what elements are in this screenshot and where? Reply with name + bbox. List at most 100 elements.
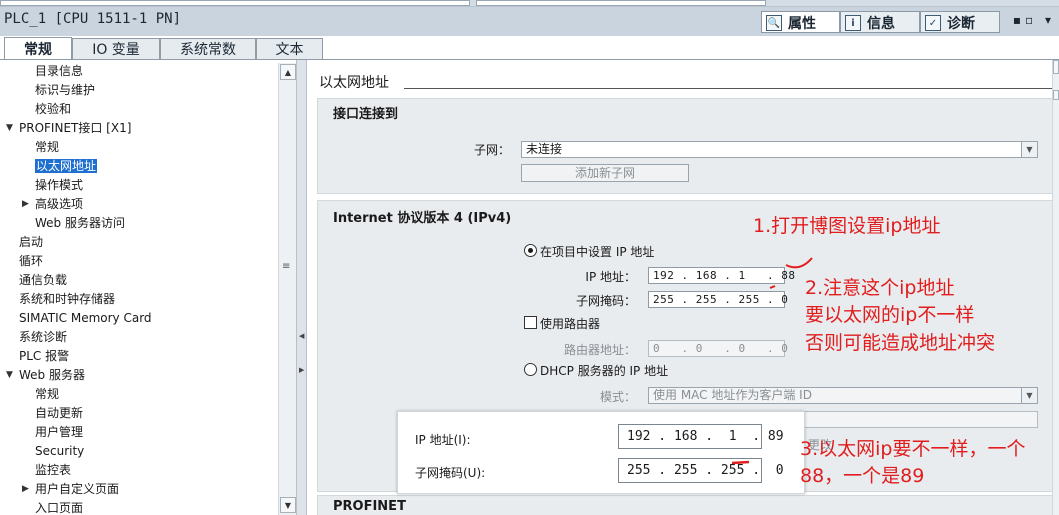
scroll-grip-icon[interactable]: ≡ <box>282 261 290 272</box>
overlay-mask-label: 子网掩码(U): <box>415 466 486 480</box>
subnet-mask-field[interactable]: 255 . 255 . 255 . 0 <box>648 291 788 308</box>
tab-info[interactable]: i 信息 <box>840 11 920 33</box>
mode-dropdown[interactable]: 使用 MAC 地址作为客户端 ID ▼ <box>648 387 1038 404</box>
editor-tabs: 常规 IO 变量 系统常数 文本 <box>0 36 1059 60</box>
nav-item-label: 目录信息 <box>35 64 84 78</box>
nav-item-label: PLC 报警 <box>19 349 70 363</box>
overlay-ip-label: IP 地址(I): <box>415 433 471 447</box>
scroll-down-icon[interactable]: ▼ <box>280 497 296 513</box>
subnet-label: 子网： <box>473 143 510 157</box>
nav-item-label: 通信负载 <box>19 273 68 287</box>
nav-item[interactable]: 监控表 <box>35 461 71 479</box>
nav-item[interactable]: 启动 <box>19 233 43 251</box>
ipv4-panel-title: Internet 协议版本 4 (IPv4) <box>333 211 512 226</box>
profinet-panel: PROFINET <box>317 495 1052 515</box>
chevron-down-icon[interactable]: ▼ <box>1021 388 1037 403</box>
tab-system-constants[interactable]: 系统常数 <box>160 38 256 59</box>
expand-right-icon[interactable]: ▶ <box>299 366 304 374</box>
tab-diagnostics[interactable]: ✓ 诊断 <box>920 11 1000 33</box>
annotation-step3-line1: 3.以太网ip要不一样，一个 <box>800 438 1026 460</box>
nav-item-label: 以太网地址 <box>35 159 98 173</box>
diagnostics-icon: ✓ <box>925 15 941 31</box>
nav-item-label: PROFINET接口 [X1] <box>19 121 132 135</box>
top-strip-segment <box>476 0 766 6</box>
expanded-arrow-icon[interactable]: ▼ <box>6 119 13 137</box>
nav-item-label: 启动 <box>19 235 44 249</box>
nav-item-label: 系统诊断 <box>19 330 68 344</box>
scroll-up-icon[interactable]: ▲ <box>280 64 296 80</box>
overlay-mask-field[interactable]: 255 . 255 . 255 . 0 <box>618 458 784 483</box>
nav-item[interactable]: 循环 <box>19 252 43 270</box>
content-scrollbar[interactable] <box>1052 60 1059 515</box>
expanded-arrow-icon[interactable]: ▼ <box>6 366 13 384</box>
nav-item[interactable]: 系统诊断 <box>19 328 67 346</box>
nav-item-label: Security <box>35 444 85 458</box>
nav-scrollbar[interactable]: ▲ ≡ ▼ <box>278 63 296 515</box>
collapse-left-icon[interactable]: ◀ <box>299 332 304 340</box>
overlay-ip-field[interactable]: 192 . 168 . 1 . 89 <box>618 424 784 449</box>
nav-item-label: 标识与维护 <box>35 83 96 97</box>
nav-item[interactable]: ▶ 用户自定义页面 <box>22 480 120 498</box>
subnet-dropdown[interactable]: 未连接 ▼ <box>521 141 1038 158</box>
annotation-step2-line2: 要以太网的ip不一样 <box>805 304 975 326</box>
window-controls[interactable]: ▪▫ ▾ <box>1013 13 1055 27</box>
nav-item-label: Web 服务器 <box>19 368 85 382</box>
subnet-value: 未连接 <box>526 142 563 156</box>
scroll-up-icon[interactable] <box>1053 60 1059 74</box>
tab-texts[interactable]: 文本 <box>256 38 323 59</box>
ip-address-field[interactable]: 192 . 168 . 1 . 88 <box>648 267 795 284</box>
nav-item-label: 自动更新 <box>35 406 84 420</box>
use-router-checkbox[interactable] <box>524 316 537 329</box>
top-strip-segment <box>0 0 470 6</box>
nav-item[interactable]: 入口页面 <box>35 499 83 515</box>
nav-item[interactable]: 用户管理 <box>35 423 83 441</box>
annotation-step2-line3: 否则可能造成地址冲突 <box>805 332 996 354</box>
nav-item-label: 用户自定义页面 <box>35 482 120 496</box>
nav-item-label: 循环 <box>19 254 44 268</box>
nav-item-label: 入口页面 <box>35 501 84 515</box>
nav-item[interactable]: 校验和 <box>35 100 71 118</box>
nav-item[interactable]: ▶ 高级选项 <box>22 195 83 213</box>
nav-item-label: 系统和时钟存储器 <box>19 292 116 306</box>
interface-panel: 接口连接到 子网： 未连接 ▼ 添加新子网 <box>317 98 1052 194</box>
nav-item[interactable]: 常规 <box>35 385 59 403</box>
collapsed-arrow-icon[interactable]: ▶ <box>22 195 29 213</box>
scroll-thumb[interactable] <box>1053 90 1059 100</box>
nav-item[interactable]: Web 服务器访问 <box>35 214 125 232</box>
nav-item[interactable]: SIMATIC Memory Card <box>19 309 152 327</box>
nav-item[interactable]: 标识与维护 <box>35 81 95 99</box>
tab-properties[interactable]: 🔍 属性 <box>761 11 840 33</box>
collapsed-arrow-icon[interactable]: ▶ <box>22 480 29 498</box>
nav-item-label: 校验和 <box>35 102 72 116</box>
dhcp-radio[interactable] <box>524 363 537 376</box>
nav-item[interactable]: PLC 报警 <box>19 347 69 365</box>
nav-item[interactable]: Security <box>35 442 84 460</box>
tab-io-tags[interactable]: IO 变量 <box>72 38 160 59</box>
title-bar: PLC_1 [CPU 1511-1 PN] 🔍 属性 i 信息 ✓ 诊断 ▪▫ … <box>0 0 1059 36</box>
ip-address-label: IP 地址： <box>585 270 636 284</box>
chevron-down-icon[interactable]: ▼ <box>1021 142 1037 157</box>
nav-item[interactable]: 常规 <box>35 138 59 156</box>
nav-item[interactable]: ▼ PROFINET接口 [X1] <box>6 119 132 137</box>
nav-item[interactable]: ▼ Web 服务器 <box>6 366 85 384</box>
subnet-mask-label: 子网掩码： <box>575 294 636 308</box>
pane-splitter[interactable]: ◀ ▶ <box>296 60 307 515</box>
nav-item[interactable]: 以太网地址 <box>35 157 98 175</box>
nav-item[interactable]: 系统和时钟存储器 <box>19 290 115 308</box>
set-ip-in-project-radio[interactable] <box>524 244 537 257</box>
nav-item[interactable]: 自动更新 <box>35 404 83 422</box>
nav-item[interactable]: 目录信息 <box>35 62 83 80</box>
device-title: PLC_1 [CPU 1511-1 PN] <box>4 11 182 27</box>
tab-info-label: 信息 <box>867 16 895 32</box>
section-heading: 以太网地址 <box>319 75 389 91</box>
tab-general[interactable]: 常规 <box>4 37 72 60</box>
top-strip <box>0 0 1059 7</box>
nav-item-label: 监控表 <box>35 463 72 477</box>
nav-item[interactable]: 操作模式 <box>35 176 83 194</box>
annotation-step1: 1.打开博图设置ip地址 <box>753 215 941 237</box>
add-subnet-button[interactable]: 添加新子网 <box>521 164 689 182</box>
info-icon: i <box>845 15 861 31</box>
nav-item[interactable]: 通信负载 <box>19 271 67 289</box>
router-address-field[interactable]: 0 . 0 . 0 . 0 <box>648 340 788 357</box>
dhcp-label: DHCP 服务器的 IP 地址 <box>540 364 669 378</box>
